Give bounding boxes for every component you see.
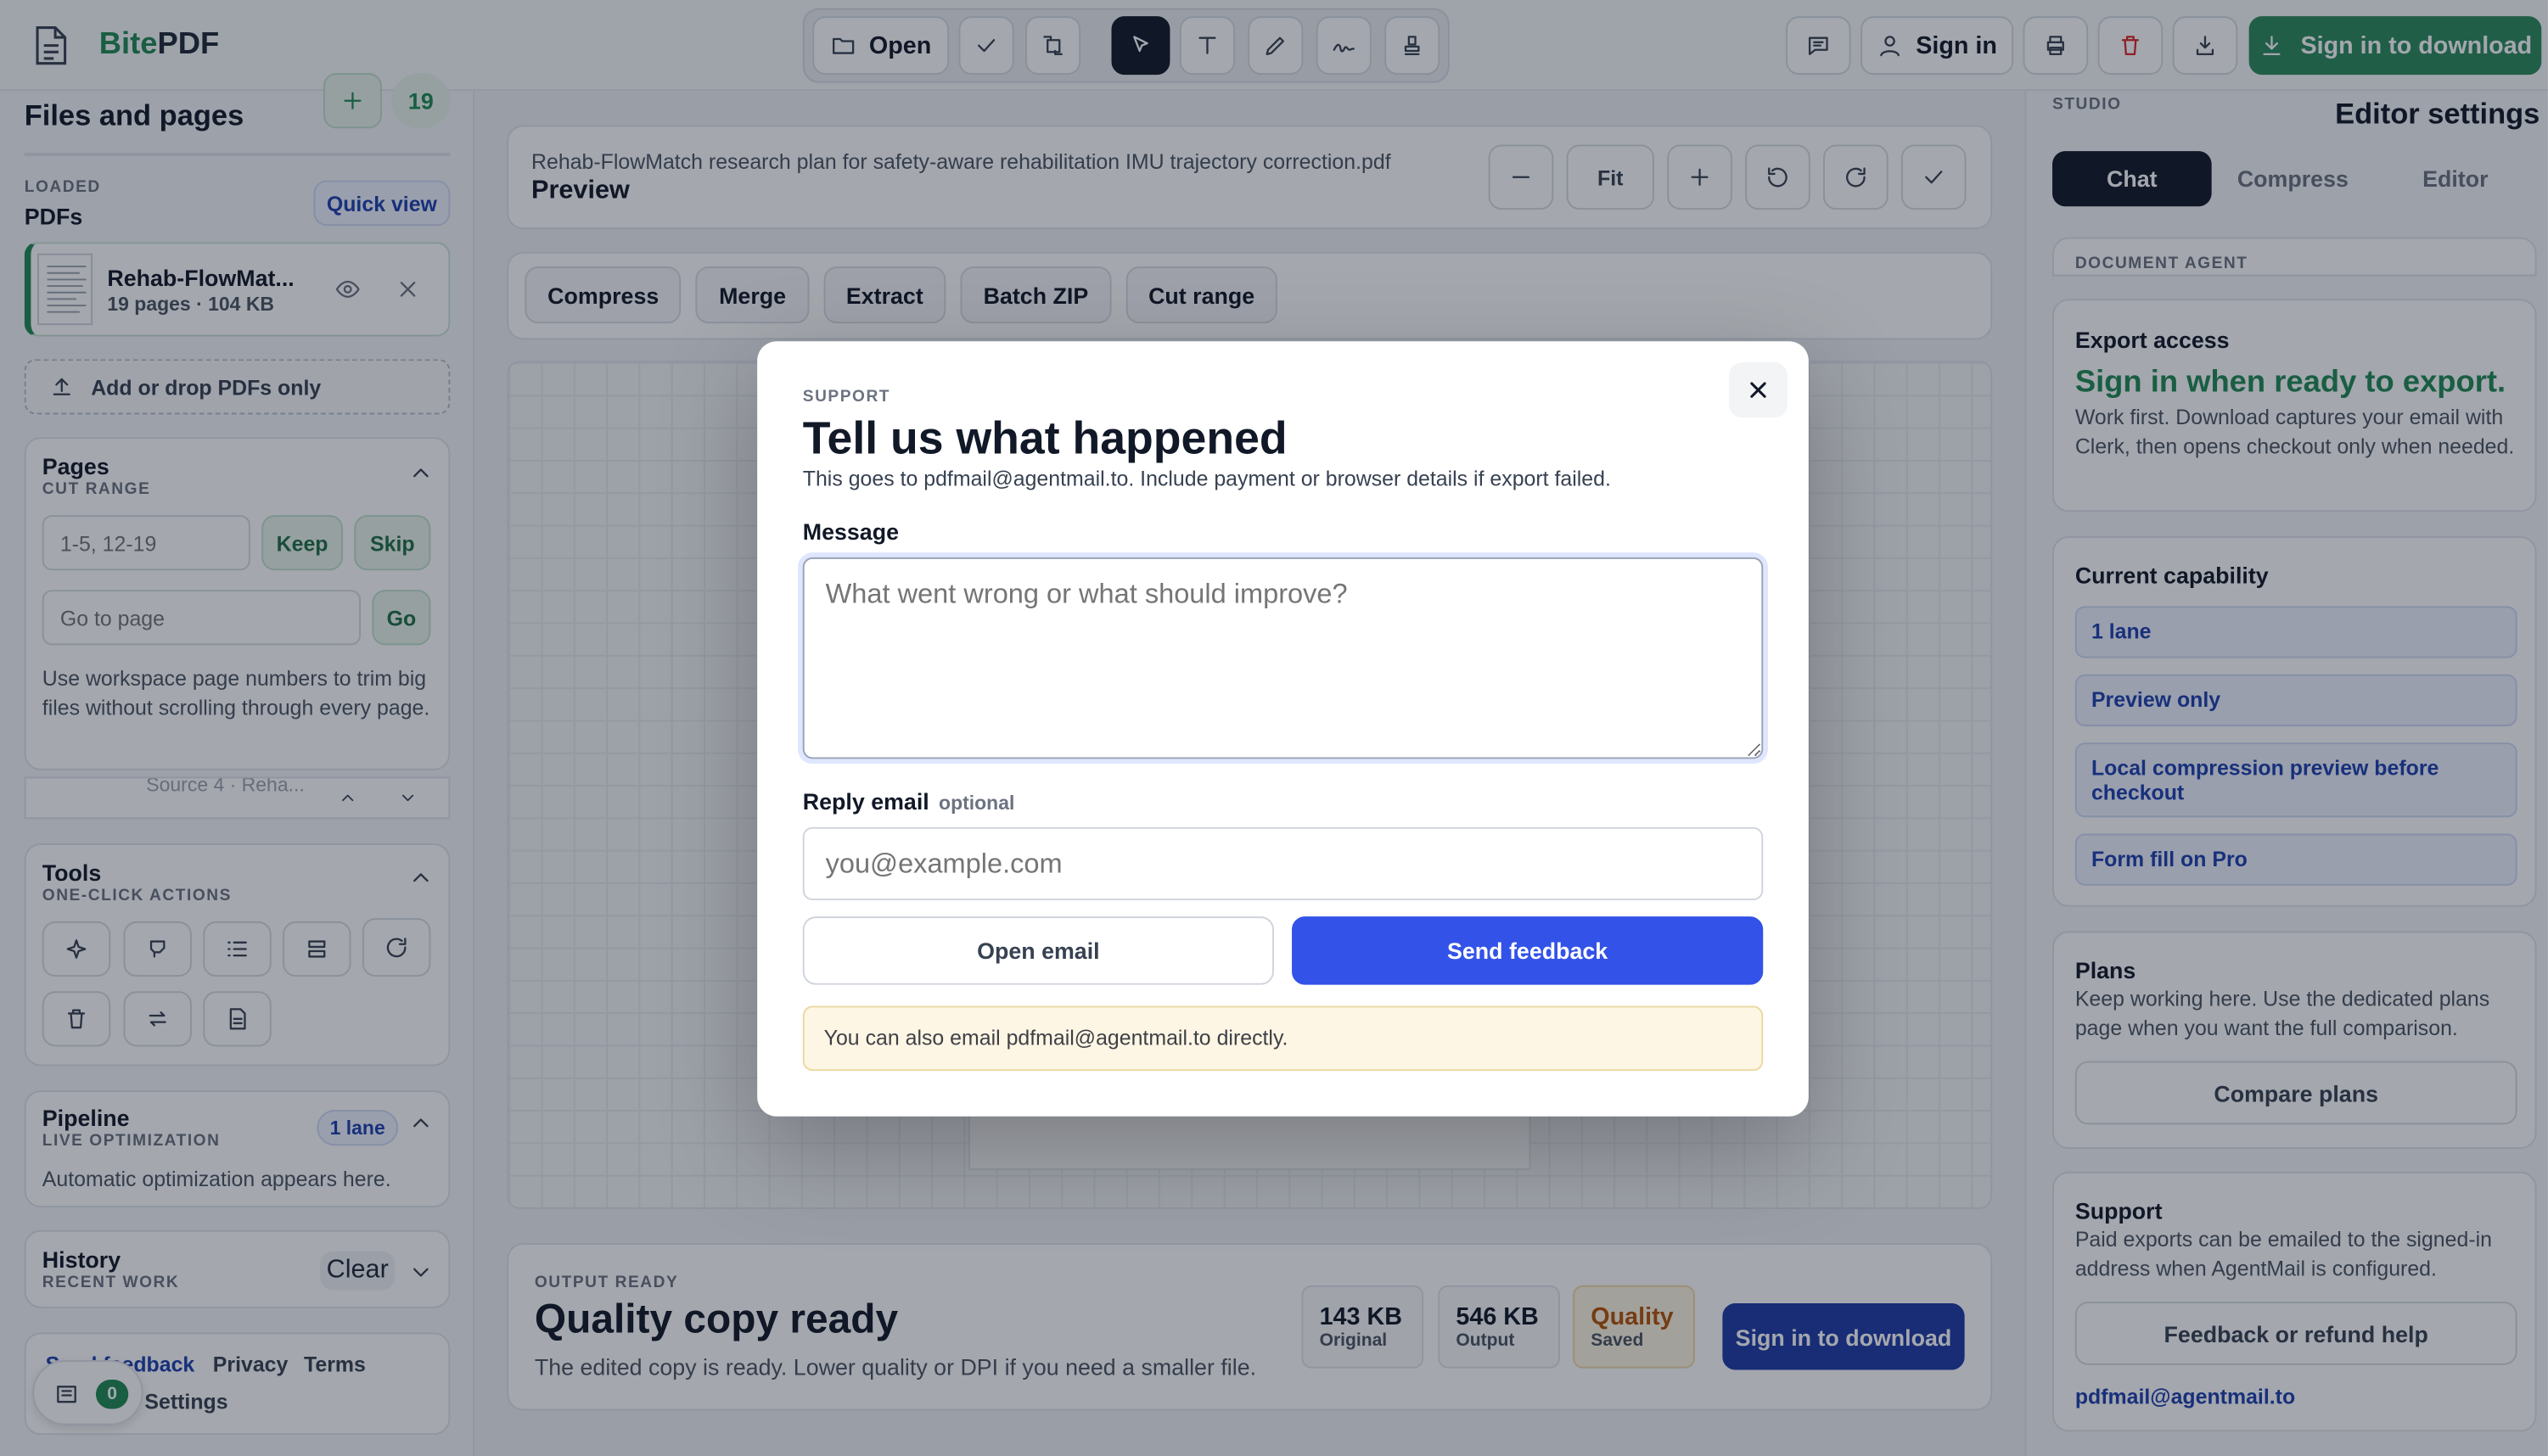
reply-email-text: Reply email (802, 787, 929, 815)
send-feedback-button[interactable]: Send feedback (1292, 916, 1764, 985)
close-modal-button[interactable] (1729, 362, 1788, 418)
message-label: Message (802, 518, 900, 545)
app-root: BitePDF Open Sign in Sign in to download… (0, 0, 2548, 1456)
modal-eyebrow: SUPPORT (802, 388, 891, 406)
optional-tag: optional (939, 791, 1015, 815)
reply-email-label: Reply email optional (803, 788, 1015, 815)
modal-title: Tell us what happened (802, 412, 1288, 463)
open-email-button[interactable]: Open email (802, 916, 1274, 985)
modal-description: This goes to pdfmail@agentmail.to. Inclu… (802, 466, 1611, 491)
reply-email-input[interactable] (802, 826, 1764, 901)
message-textarea[interactable] (802, 557, 1764, 759)
modal-email-note: You can also email pdfmail@agentmail.to … (802, 1005, 1764, 1072)
close-icon (1745, 377, 1771, 403)
